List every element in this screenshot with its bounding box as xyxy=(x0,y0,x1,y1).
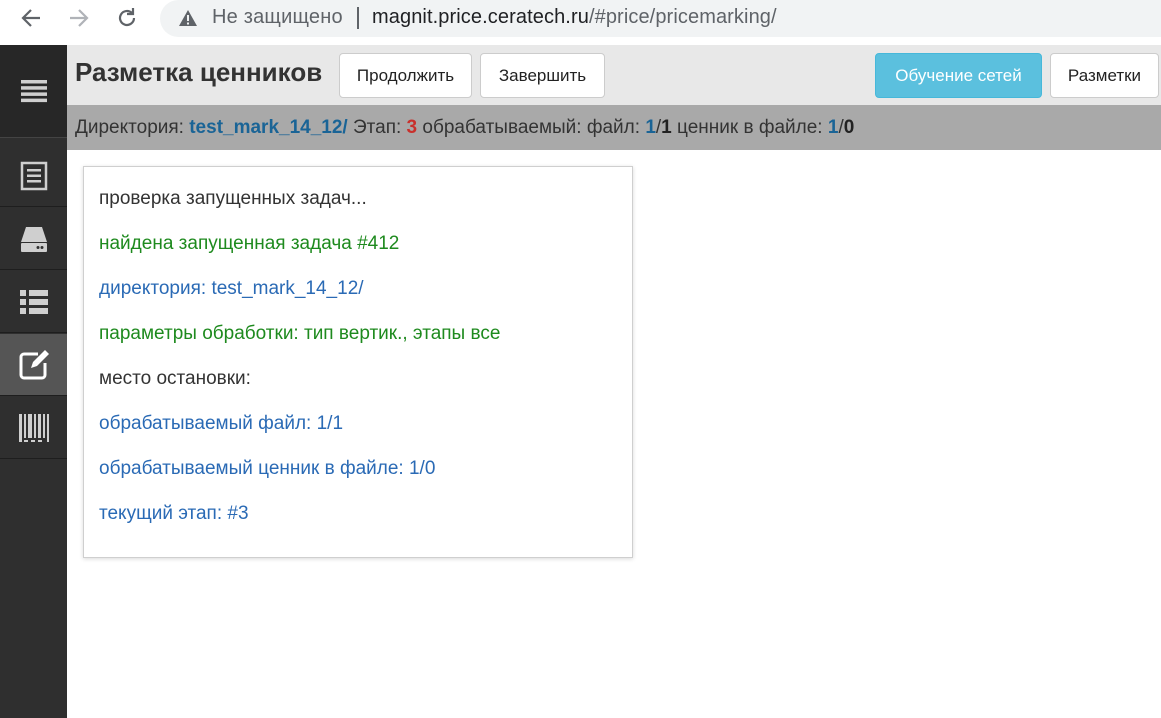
stage-label: Этап: xyxy=(347,117,407,138)
log-line: найдена запущенная задача #412 xyxy=(99,233,400,254)
stage-value: 3 xyxy=(406,117,418,138)
processing-label: обрабатываемый: файл: xyxy=(417,117,646,138)
file-total: 1 xyxy=(661,117,672,138)
sidebar-menu-toggle[interactable] xyxy=(0,45,67,138)
log-line: директория: test_mark_14_12/ xyxy=(99,278,364,299)
log-line: текущий этап: #3 xyxy=(99,503,249,524)
tag-total: 0 xyxy=(843,117,855,138)
directory-label: Директория: xyxy=(75,117,190,138)
url-text: magnit.price.ceratech.ru/#price/pricemar… xyxy=(372,6,777,29)
separator xyxy=(357,7,359,29)
train-networks-button[interactable]: Обучение сетей xyxy=(875,53,1042,98)
status-bar: Директория: test_mark_14_12/ Этап: 3 обр… xyxy=(67,105,1161,150)
reload-icon xyxy=(118,8,136,27)
warning-icon xyxy=(179,10,197,26)
security-label: Не защищено xyxy=(212,6,343,28)
url-host: magnit.price.ceratech.ru xyxy=(372,6,589,28)
sidebar xyxy=(0,45,67,718)
document-list-icon xyxy=(20,161,47,190)
back-button[interactable] xyxy=(16,4,46,32)
sidebar-item-pricemarking[interactable] xyxy=(0,334,67,396)
list-icon xyxy=(19,289,48,314)
address-bar[interactable]: Не защищено magnit.price.ceratech.ru/#pr… xyxy=(160,0,1161,37)
sidebar-item-barcode[interactable] xyxy=(0,397,67,459)
continue-button[interactable]: Продолжить xyxy=(339,53,472,98)
url-path: /#price/pricemarking/ xyxy=(588,6,777,28)
tag-label: ценник в файле: xyxy=(671,117,828,138)
log-line: место остановки: xyxy=(99,368,251,389)
drive-icon xyxy=(20,226,47,252)
menu-icon xyxy=(20,80,47,103)
log-line: обрабатываемый файл: 1/1 xyxy=(99,413,344,434)
forward-button[interactable] xyxy=(64,4,94,32)
tag-current: 1 xyxy=(827,117,839,138)
page-header: Разметка ценников Продолжить Завершить О… xyxy=(67,45,1161,105)
task-log-panel: проверка запущенных задач... найдена зап… xyxy=(83,166,633,558)
page-title: Разметка ценников xyxy=(75,57,323,87)
log-line: обрабатываемый ценник в файле: 1/0 xyxy=(99,458,436,479)
log-line: параметры обработки: тип вертик., этапы … xyxy=(99,323,501,344)
edit-icon xyxy=(19,349,49,379)
log-line: проверка запущенных задач... xyxy=(99,188,367,209)
arrow-right-icon xyxy=(70,9,89,27)
sidebar-item-list[interactable] xyxy=(0,271,67,333)
reload-button[interactable] xyxy=(112,4,142,32)
sidebar-item-storage[interactable] xyxy=(0,208,67,270)
barcode-icon xyxy=(18,413,49,442)
browser-toolbar: Не защищено magnit.price.ceratech.ru/#pr… xyxy=(0,0,1161,38)
finish-button[interactable]: Завершить xyxy=(480,53,605,98)
arrow-left-icon xyxy=(21,9,40,27)
markups-button[interactable]: Разметки xyxy=(1050,53,1159,98)
directory-link[interactable]: test_mark_14_12/ xyxy=(189,117,347,138)
sidebar-item-documents[interactable] xyxy=(0,145,67,207)
file-current: 1 xyxy=(645,117,656,138)
